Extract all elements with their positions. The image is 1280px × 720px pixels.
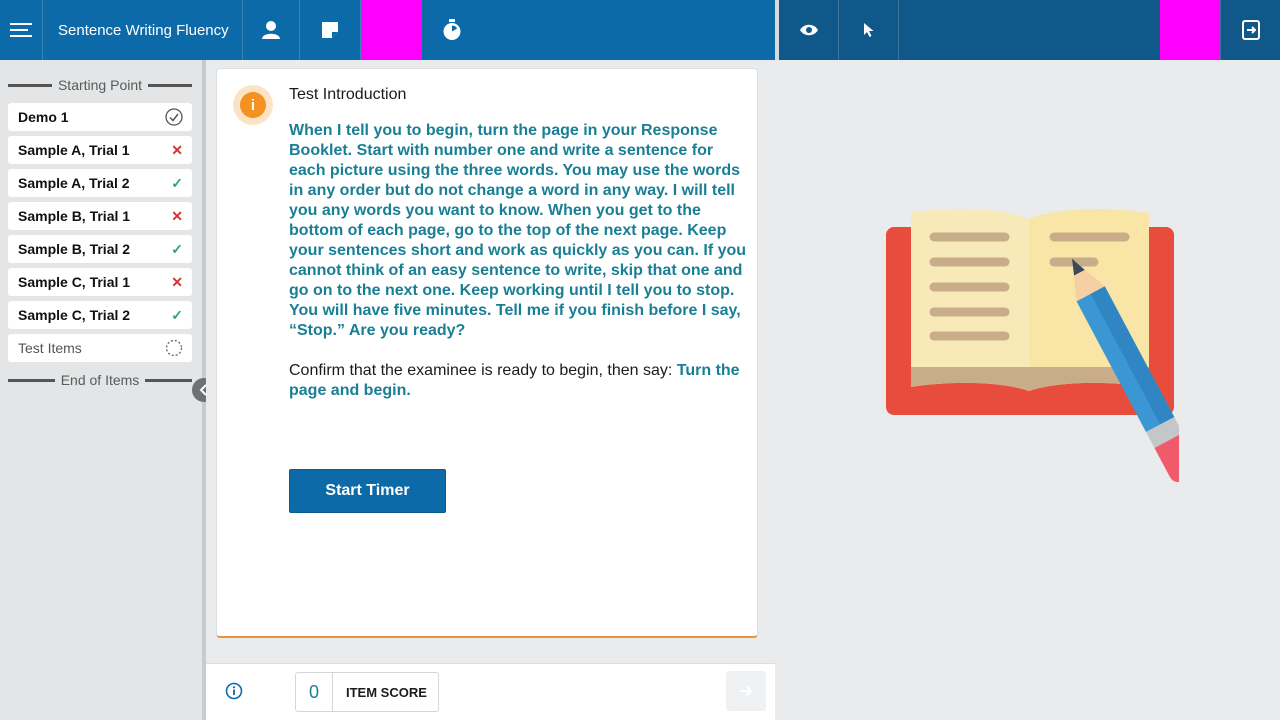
incorrect-icon: ✕ <box>171 141 183 158</box>
info-outline-icon[interactable] <box>225 682 243 700</box>
sidebar-item-label: Sample B, Trial 2 <box>18 241 131 257</box>
menu-icon <box>10 23 32 37</box>
footer-bar <box>206 663 775 720</box>
sidebar-item-test-items[interactable]: Test Items <box>8 334 192 362</box>
correct-icon: ✓ <box>171 240 183 257</box>
sidebar-item-sample-c-trial-1[interactable]: Sample C, Trial 1 ✕ <box>8 268 192 296</box>
item-score-box[interactable]: 0 ITEM SCORE <box>295 672 439 712</box>
end-of-items-separator: End of Items <box>8 371 192 389</box>
note-icon <box>322 22 338 38</box>
menu-button[interactable] <box>0 0 42 60</box>
pointer-button[interactable] <box>839 0 899 60</box>
sidebar-item-label: Demo 1 <box>18 109 69 125</box>
exit-button[interactable] <box>1220 0 1280 60</box>
start-timer-button[interactable]: Start Timer <box>289 469 446 513</box>
marker-block <box>361 0 422 60</box>
notes-button[interactable] <box>300 0 361 60</box>
sidebar-item-sample-a-trial-1[interactable]: Sample A, Trial 1 ✕ <box>8 136 192 164</box>
sidebar-item-demo-1[interactable]: Demo 1 <box>8 103 192 131</box>
book-and-pencil-illustration <box>886 209 1179 482</box>
check-circle-icon <box>165 108 183 126</box>
card-title: Test Introduction <box>289 86 407 103</box>
item-score-value: 0 <box>296 673 333 711</box>
incorrect-icon: ✕ <box>171 273 183 290</box>
user-icon <box>262 21 280 39</box>
arrow-right-icon <box>740 685 753 697</box>
next-button[interactable] <box>726 671 766 711</box>
sidebar-item-label: Test Items <box>18 340 82 356</box>
starting-point-label: Starting Point <box>57 77 143 93</box>
cursor-icon <box>863 23 873 37</box>
sidebar-item-label: Sample B, Trial 1 <box>18 208 131 224</box>
app-title: Sentence Writing Fluency <box>42 0 243 60</box>
sidebar-item-label: Sample C, Trial 1 <box>18 274 131 290</box>
sidebar-item-sample-a-trial-2[interactable]: Sample A, Trial 2 ✓ <box>8 169 192 197</box>
item-score-label: ITEM SCORE <box>346 684 427 700</box>
starting-point-separator: Starting Point <box>8 76 192 94</box>
sidebar-item-label: Sample A, Trial 2 <box>18 175 130 191</box>
eye-icon <box>799 24 818 36</box>
examiner-script: When I tell you to begin, turn the page … <box>289 122 747 339</box>
top-bar: Sentence Writing Fluency <box>0 0 1280 60</box>
info-badge: i <box>233 85 273 125</box>
confirm-text: Confirm that the examinee is ready to be… <box>289 362 677 379</box>
examinee-button[interactable] <box>243 0 300 60</box>
timer-button[interactable] <box>422 0 482 60</box>
correct-icon: ✓ <box>171 306 183 323</box>
end-of-items-label: End of Items <box>60 372 140 388</box>
sidebar-item-sample-b-trial-1[interactable]: Sample B, Trial 1 ✕ <box>8 202 192 230</box>
sidebar-item-label: Sample C, Trial 2 <box>18 307 131 323</box>
stopwatch-icon <box>443 19 461 40</box>
exit-icon <box>1241 20 1260 40</box>
pending-circle-icon <box>165 339 183 357</box>
sidebar-item-sample-c-trial-2[interactable]: Sample C, Trial 2 ✓ <box>8 301 192 329</box>
preview-button[interactable] <box>779 0 839 60</box>
incorrect-icon: ✕ <box>171 207 183 224</box>
sidebar-item-label: Sample A, Trial 1 <box>18 142 130 158</box>
confirm-instruction: Confirm that the examinee is ready to be… <box>289 361 749 401</box>
correct-icon: ✓ <box>171 174 183 191</box>
info-icon: i <box>240 92 266 118</box>
marker-block-right <box>1160 0 1220 60</box>
sidebar-item-sample-b-trial-2[interactable]: Sample B, Trial 2 ✓ <box>8 235 192 263</box>
